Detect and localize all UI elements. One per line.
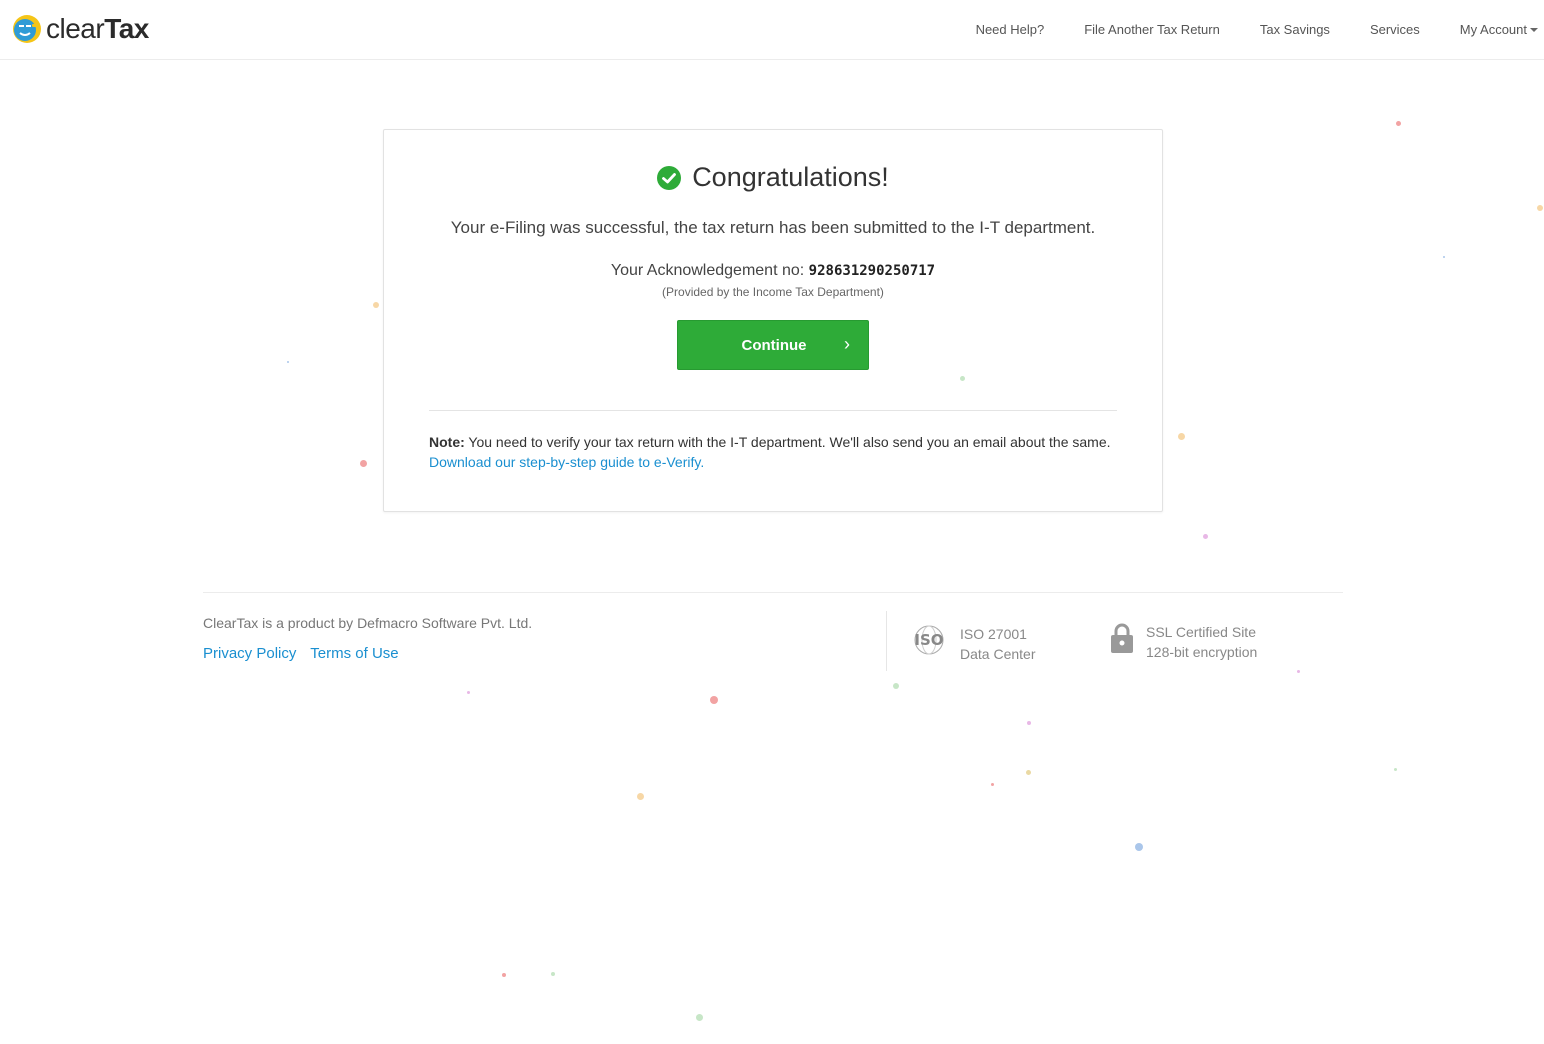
ssl-line-2: 128-bit encryption <box>1146 644 1258 660</box>
continue-button[interactable]: Continue › <box>677 320 869 370</box>
acknowledgement-number: 928631290250717 <box>808 263 936 279</box>
check-circle-icon <box>657 165 682 190</box>
caret-down-icon <box>1530 27 1538 32</box>
page: clearTax Need Help? File Another Tax Ret… <box>0 0 1544 1044</box>
confetti-dot <box>1202 533 1208 539</box>
nav-tax-savings[interactable]: Tax Savings <box>1260 22 1330 37</box>
nav-file-another-return[interactable]: File Another Tax Return <box>1084 22 1220 37</box>
confetti-dot <box>695 1013 703 1021</box>
main-nav: Need Help? File Another Tax Return Tax S… <box>976 0 1544 58</box>
terms-of-use-link[interactable]: Terms of Use <box>310 645 398 662</box>
iso-line-1: ISO 27001 <box>960 626 1027 642</box>
nav-need-help[interactable]: Need Help? <box>976 22 1045 37</box>
footer-divider <box>203 592 1343 593</box>
confetti-dot <box>1537 205 1543 211</box>
confetti-dot <box>893 683 899 689</box>
nav-services[interactable]: Services <box>1370 22 1420 37</box>
confetti-dot <box>959 375 965 381</box>
everify-guide-link[interactable]: Download our step-by-step guide to e-Ver… <box>429 454 704 470</box>
confetti-dot <box>1443 256 1445 258</box>
logo-text: clearTax <box>46 13 149 44</box>
confetti-dot <box>1135 843 1143 851</box>
footer-links: Privacy Policy Terms of Use <box>203 645 409 662</box>
top-navbar: clearTax Need Help? File Another Tax Ret… <box>0 0 1544 60</box>
acknowledgement-provider: (Provided by the Income Tax Department) <box>662 285 884 299</box>
chevron-right-icon: › <box>844 334 850 354</box>
iso-globe-icon: ISO <box>914 625 944 655</box>
page-title: Congratulations! <box>692 162 889 192</box>
confetti-dot <box>551 972 555 976</box>
confetti-dot <box>1395 120 1401 126</box>
cleartax-logo-icon <box>13 15 41 43</box>
continue-label: Continue <box>741 337 807 354</box>
verify-note: Note: You need to verify your tax return… <box>429 432 1119 472</box>
confetti-dot <box>466 690 470 694</box>
confetti-dot <box>636 792 644 800</box>
confetti-dot <box>1177 432 1185 440</box>
iso-line-2: Data Center <box>960 646 1036 662</box>
footer-vertical-divider <box>886 611 887 671</box>
lock-icon <box>1111 623 1133 653</box>
ssl-line-1: SSL Certified Site <box>1146 624 1256 640</box>
company-text: ClearTax is a product by Defmacro Softwa… <box>203 615 533 631</box>
cleartax-logo[interactable]: clearTax <box>12 12 149 46</box>
acknowledgement-line: Your Acknowledgement no: 928631290250717 <box>384 262 1162 280</box>
success-message: Your e-Filing was successful, the tax re… <box>450 218 1096 237</box>
confetti-dot <box>710 696 718 704</box>
confetti-dot <box>373 302 379 308</box>
confetti-dot <box>1027 721 1031 725</box>
confetti-dot <box>1393 767 1397 771</box>
confetti-dot <box>1296 669 1300 673</box>
my-account-label: My Account <box>1459 21 1527 37</box>
filing-success-card: Congratulations! Your e-Filing was succe… <box>383 129 1163 512</box>
card-divider <box>429 410 1117 411</box>
note-label: Note: <box>429 434 465 450</box>
ssl-badge-text: SSL Certified Site 128-bit encryption <box>1146 622 1257 662</box>
confetti-dot <box>287 361 289 363</box>
note-text: You need to verify your tax return with … <box>468 434 1111 450</box>
confetti-dot <box>359 459 367 467</box>
title-row: Congratulations! <box>384 162 1162 193</box>
privacy-policy-link[interactable]: Privacy Policy <box>203 645 296 662</box>
acknowledgement-label: Your Acknowledgement no: <box>610 262 805 279</box>
confetti-dot <box>990 782 994 786</box>
iso-badge-text: ISO 27001 Data Center <box>960 624 1035 664</box>
confetti-dot <box>1025 769 1031 775</box>
svg-text:ISO: ISO <box>914 631 943 649</box>
iso-badge: ISO ISO 27001 Data Center <box>910 624 1035 664</box>
ssl-badge: SSL Certified Site 128-bit encryption <box>1110 622 1257 662</box>
confetti-dot <box>502 973 506 977</box>
nav-my-account[interactable]: My Account <box>1460 22 1538 37</box>
